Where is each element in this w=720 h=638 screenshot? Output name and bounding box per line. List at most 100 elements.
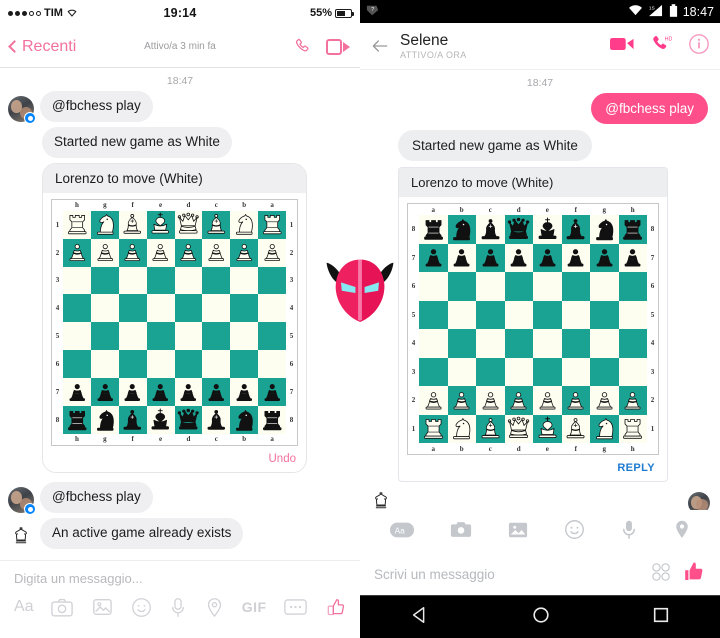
board-square[interactable] bbox=[118, 322, 147, 351]
board-square[interactable] bbox=[504, 329, 533, 358]
board-square[interactable] bbox=[618, 272, 647, 301]
board-square[interactable] bbox=[118, 266, 147, 295]
board-square[interactable] bbox=[561, 357, 590, 386]
board-square[interactable] bbox=[146, 266, 175, 295]
board-square[interactable] bbox=[476, 386, 505, 415]
board-square[interactable] bbox=[504, 414, 533, 443]
gif-icon[interactable]: GIF bbox=[242, 594, 267, 620]
board-square[interactable] bbox=[504, 300, 533, 329]
board-square[interactable] bbox=[590, 386, 619, 415]
microphone-icon[interactable] bbox=[620, 519, 638, 545]
board-square[interactable] bbox=[202, 238, 231, 267]
board-square[interactable] bbox=[447, 300, 476, 329]
board-square[interactable] bbox=[118, 350, 147, 378]
info-circle-icon[interactable] bbox=[688, 33, 710, 60]
nav-recents-square-icon[interactable] bbox=[652, 606, 670, 629]
board-square[interactable] bbox=[590, 300, 619, 329]
message-bubble[interactable]: Started new game as White bbox=[42, 126, 232, 158]
board-square[interactable] bbox=[174, 266, 203, 295]
board-square[interactable] bbox=[504, 357, 533, 386]
board-square[interactable] bbox=[146, 350, 175, 378]
board-square[interactable] bbox=[230, 322, 259, 351]
board-square[interactable] bbox=[118, 210, 147, 239]
board-square[interactable] bbox=[419, 215, 448, 244]
board-square[interactable] bbox=[146, 210, 175, 239]
board-square[interactable] bbox=[230, 405, 259, 434]
reply-link[interactable]: REPLY bbox=[399, 457, 667, 481]
board-square[interactable] bbox=[146, 238, 175, 267]
thumbs-up-icon[interactable] bbox=[682, 560, 706, 589]
board-square[interactable] bbox=[202, 378, 231, 406]
board-square[interactable] bbox=[419, 329, 448, 358]
text-format-icon[interactable]: Aa bbox=[14, 594, 34, 620]
board-square[interactable] bbox=[63, 266, 91, 295]
board-square[interactable] bbox=[174, 238, 203, 267]
text-format-icon[interactable]: Aa bbox=[389, 520, 415, 545]
board-square[interactable] bbox=[90, 322, 119, 351]
board-square[interactable] bbox=[258, 238, 286, 267]
emoji-smiley-icon[interactable] bbox=[564, 519, 585, 545]
chess-game-card[interactable]: Lorenzo to move (White) a b c d e f g h 8 8 7 7 6 6 5 5… bbox=[398, 167, 668, 482]
avatar[interactable] bbox=[8, 95, 36, 124]
board-square[interactable] bbox=[118, 294, 147, 323]
board-square[interactable] bbox=[63, 238, 91, 267]
board-square[interactable] bbox=[230, 350, 259, 378]
board-square[interactable] bbox=[63, 322, 91, 351]
message-input[interactable]: Digita un messaggio... bbox=[0, 561, 360, 592]
board-square[interactable] bbox=[146, 294, 175, 323]
board-square[interactable] bbox=[202, 294, 231, 323]
board-square[interactable] bbox=[230, 238, 259, 267]
camera-icon[interactable] bbox=[51, 594, 74, 620]
message-input[interactable]: Scrivi un messaggio bbox=[374, 567, 640, 582]
board-square[interactable] bbox=[90, 294, 119, 323]
back-button[interactable]: Recenti bbox=[8, 38, 76, 56]
board-square[interactable] bbox=[447, 414, 476, 443]
board-square[interactable] bbox=[476, 414, 505, 443]
board-square[interactable] bbox=[146, 322, 175, 351]
board-square[interactable] bbox=[476, 300, 505, 329]
photo-gallery-icon[interactable] bbox=[507, 520, 529, 545]
video-camera-icon[interactable] bbox=[610, 36, 634, 57]
board-square[interactable] bbox=[258, 210, 286, 239]
board-square[interactable] bbox=[63, 350, 91, 378]
message-bubble[interactable]: @fbchess play bbox=[40, 91, 153, 122]
board-square[interactable] bbox=[476, 272, 505, 301]
board-square[interactable] bbox=[419, 386, 448, 415]
board-square[interactable] bbox=[118, 378, 147, 406]
board-square[interactable] bbox=[590, 272, 619, 301]
board-square[interactable] bbox=[504, 215, 533, 244]
microphone-icon[interactable] bbox=[169, 594, 187, 620]
board-square[interactable] bbox=[230, 294, 259, 323]
board-square[interactable] bbox=[258, 322, 286, 351]
board-square[interactable] bbox=[174, 405, 203, 434]
phone-hd-icon[interactable]: HD bbox=[650, 34, 673, 59]
board-square[interactable] bbox=[90, 405, 119, 434]
message-bubble[interactable]: An active game already exists bbox=[40, 517, 244, 549]
board-square[interactable] bbox=[419, 243, 448, 272]
message-bubble[interactable]: @fbchess play bbox=[40, 481, 153, 513]
board-square[interactable] bbox=[258, 294, 286, 323]
android-conversation[interactable]: 18:47 @fbchess play Started new game as … bbox=[360, 70, 720, 510]
board-square[interactable] bbox=[561, 243, 590, 272]
board-square[interactable] bbox=[230, 210, 259, 239]
board-square[interactable] bbox=[504, 386, 533, 415]
board-square[interactable] bbox=[90, 210, 119, 239]
board-square[interactable] bbox=[202, 405, 231, 434]
chess-board-left[interactable]: h g f e d c b a 1 1 2 2 3 3 4 4 5 5 6 6 7 7 8 8 h g f e d c b a bbox=[51, 198, 298, 446]
board-square[interactable] bbox=[618, 300, 647, 329]
board-square[interactable] bbox=[618, 414, 647, 443]
avatar[interactable] bbox=[8, 486, 36, 515]
board-square[interactable] bbox=[258, 405, 286, 434]
board-square[interactable] bbox=[202, 322, 231, 351]
board-square[interactable] bbox=[146, 378, 175, 406]
board-square[interactable] bbox=[447, 329, 476, 358]
conversation-title[interactable]: Selene ATTIVO/A ORA bbox=[400, 32, 467, 60]
board-square[interactable] bbox=[230, 266, 259, 295]
board-square[interactable] bbox=[476, 357, 505, 386]
board-square[interactable] bbox=[590, 329, 619, 358]
board-square[interactable] bbox=[618, 329, 647, 358]
board-square[interactable] bbox=[504, 243, 533, 272]
board-square[interactable] bbox=[590, 357, 619, 386]
board-square[interactable] bbox=[174, 210, 203, 239]
board-square[interactable] bbox=[419, 272, 448, 301]
